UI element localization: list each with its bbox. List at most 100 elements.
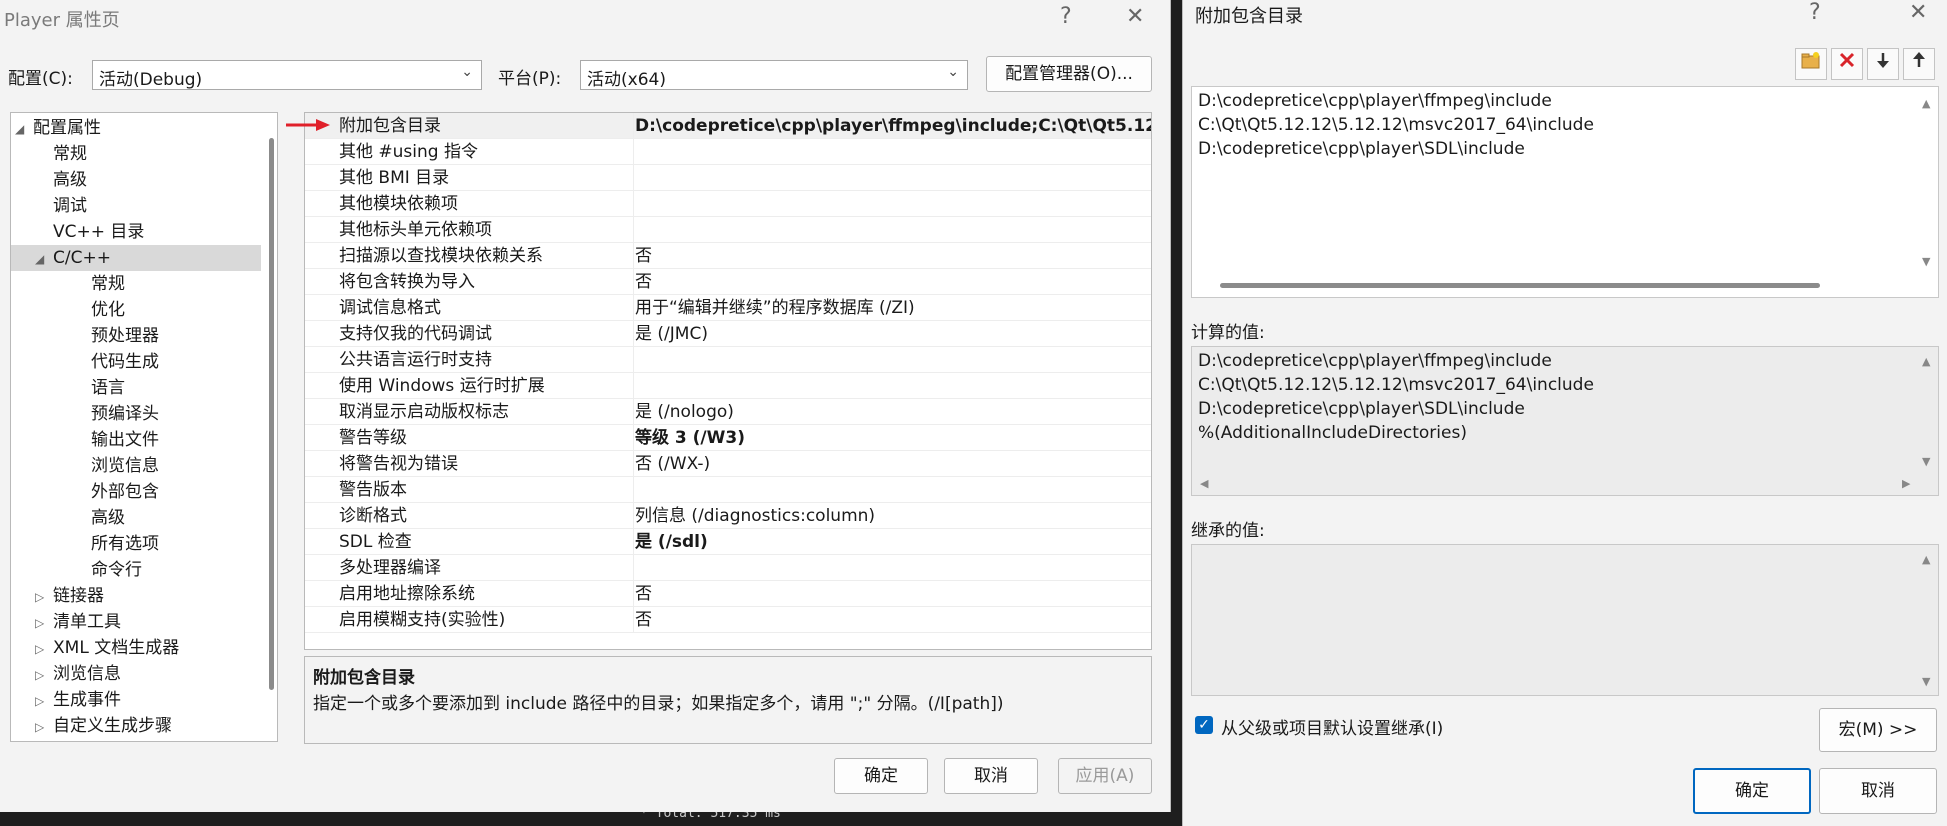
scroll-down-icon[interactable]: ▼ (1922, 675, 1930, 688)
description-text: 指定一个或多个要添加到 include 路径中的目录；如果指定多个，请用 ";"… (313, 694, 1004, 714)
property-row[interactable]: 将警告视为错误 否 (/WX-) (305, 451, 1151, 477)
tree-item[interactable]: 输出文件 (11, 427, 261, 453)
tree-item[interactable]: VC++ 目录 (11, 219, 261, 245)
cancel-button[interactable]: 取消 (944, 758, 1038, 794)
property-row[interactable]: 取消显示启动版权标志 是 (/nologo) (305, 399, 1151, 425)
tree-item[interactable]: ▷ 清单工具 (11, 609, 261, 635)
directory-entry[interactable]: D:\codepretice\cpp\player\SDL\include (1198, 139, 1525, 159)
column-divider (633, 477, 634, 503)
property-row[interactable]: 调试信息格式 用于“编辑并继续”的程序数据库 (/ZI) (305, 295, 1151, 321)
dialog-title: 附加包含目录 (1195, 6, 1303, 27)
scroll-left-icon[interactable]: ◀ (1200, 477, 1208, 490)
tree-item[interactable]: 调试 (11, 193, 261, 219)
directory-entry[interactable]: C:\Qt\Qt5.12.12\5.12.12\msvc2017_64\incl… (1198, 115, 1594, 135)
collapsed-triangle-icon[interactable]: ▷ (35, 688, 49, 714)
cancel-button[interactable]: 取消 (1819, 768, 1937, 814)
tree-item[interactable]: ▷ 生成事件 (11, 687, 261, 713)
tree-item-label: 配置属性 (33, 118, 101, 138)
tree-item[interactable]: 语言 (11, 375, 261, 401)
property-row[interactable]: 支持仅我的代码调试 是 (/JMC) (305, 321, 1151, 347)
close-button[interactable]: ✕ (1126, 4, 1144, 29)
close-button[interactable]: ✕ (1909, 0, 1927, 25)
move-down-icon[interactable] (1867, 48, 1899, 80)
scroll-down-icon[interactable]: ▼ (1922, 455, 1930, 468)
scroll-up-icon[interactable]: ▲ (1922, 97, 1930, 110)
collapsed-triangle-icon[interactable]: ▷ (35, 714, 49, 740)
tree-item[interactable]: 命令行 (11, 557, 261, 583)
config-select[interactable]: 活动(Debug) ⌄ (92, 60, 482, 90)
directory-list[interactable]: D:\codepretice\cpp\player\ffmpeg\include… (1191, 86, 1939, 298)
property-name: 将包含转换为导入 (339, 272, 475, 292)
property-row[interactable]: 将包含转换为导入 否 (305, 269, 1151, 295)
property-value: 否 (635, 246, 652, 266)
property-row[interactable]: SDL 检查 是 (/sdl) (305, 529, 1151, 555)
scroll-up-icon[interactable]: ▲ (1922, 355, 1930, 368)
property-row[interactable]: 启用模糊支持(实验性) 否 (305, 607, 1151, 633)
tree-scrollbar[interactable] (269, 138, 274, 690)
tree-item[interactable]: ◢ C/C++ (11, 245, 261, 271)
tree-item[interactable]: 代码生成 (11, 349, 261, 375)
directory-entry[interactable]: D:\codepretice\cpp\player\ffmpeg\include (1198, 91, 1552, 111)
collapsed-triangle-icon[interactable]: ▷ (35, 584, 49, 610)
move-up-icon[interactable] (1903, 48, 1935, 80)
collapsed-triangle-icon[interactable]: ▷ (35, 662, 49, 688)
tree-item[interactable]: 高级 (11, 167, 261, 193)
property-row[interactable]: 扫描源以查找模块依赖关系 否 (305, 243, 1151, 269)
property-row[interactable]: 警告版本 (305, 477, 1151, 503)
ok-button[interactable]: 确定 (1693, 768, 1811, 814)
property-row[interactable]: 其他模块依赖项 (305, 191, 1151, 217)
property-row[interactable]: 诊断格式 列信息 (/diagnostics:column) (305, 503, 1151, 529)
tree-item[interactable]: 常规 (11, 141, 261, 167)
tree-item[interactable]: 浏览信息 (11, 453, 261, 479)
tree-item[interactable]: 优化 (11, 297, 261, 323)
tree-item[interactable]: 外部包含 (11, 479, 261, 505)
tree-item[interactable]: ▷ 浏览信息 (11, 661, 261, 687)
collapsed-triangle-icon[interactable]: ▷ (35, 636, 49, 662)
property-row[interactable]: 多处理器编译 (305, 555, 1151, 581)
property-row[interactable]: 使用 Windows 运行时扩展 (305, 373, 1151, 399)
property-row[interactable]: 其他 #using 指令 (305, 139, 1151, 165)
tree-item[interactable]: 预处理器 (11, 323, 261, 349)
horizontal-scrollbar[interactable] (1220, 283, 1820, 288)
property-row[interactable]: 启用地址擦除系统 否 (305, 581, 1151, 607)
apply-button[interactable]: 应用(A) (1058, 758, 1152, 794)
scroll-right-icon[interactable]: ▶ (1902, 477, 1910, 490)
tree-item[interactable]: ▷ 自定义生成步骤 (11, 713, 261, 739)
help-button[interactable]: ? (1060, 4, 1072, 29)
scroll-down-icon[interactable]: ▼ (1922, 255, 1930, 268)
tree-item[interactable]: ▷ XML 文档生成器 (11, 635, 261, 661)
tree-item[interactable]: 常规 (11, 271, 261, 297)
collapsed-triangle-icon[interactable]: ▷ (35, 610, 49, 636)
description-panel: 附加包含目录 指定一个或多个要添加到 include 路径中的目录；如果指定多个… (304, 656, 1152, 744)
computed-values-box: D:\codepretice\cpp\player\ffmpeg\include… (1191, 346, 1939, 496)
tree-item[interactable]: ◢ 配置属性 (11, 115, 261, 141)
tree-item[interactable]: 预编译头 (11, 401, 261, 427)
tree-item[interactable]: 所有选项 (11, 531, 261, 557)
macro-button[interactable]: 宏(M) >> (1819, 708, 1937, 752)
property-row[interactable]: 附加包含目录 D:\codepretice\cpp\player\ffmpeg\i… (305, 113, 1151, 139)
tree-item-label: 语言 (91, 378, 125, 398)
inherit-checkbox[interactable]: ✓ (1195, 716, 1213, 734)
new-folder-icon[interactable] (1795, 48, 1827, 80)
column-divider (633, 581, 634, 607)
help-button[interactable]: ? (1809, 0, 1821, 25)
property-row[interactable]: 其他标头单元依赖项 (305, 217, 1151, 243)
tree-item[interactable]: 高级 (11, 505, 261, 531)
tree-item-label: 优化 (91, 300, 125, 320)
property-row[interactable]: 警告等级 等级 3 (/W3) (305, 425, 1151, 451)
scroll-up-icon[interactable]: ▲ (1922, 553, 1930, 566)
column-divider (633, 425, 634, 451)
computed-value-line: D:\codepretice\cpp\player\SDL\include (1198, 399, 1525, 419)
ok-button[interactable]: 确定 (834, 758, 928, 794)
property-value: 否 (635, 584, 652, 604)
delete-icon[interactable] (1831, 48, 1863, 80)
expanded-triangle-icon[interactable]: ◢ (15, 116, 29, 142)
property-row[interactable]: 其他 BMI 目录 (305, 165, 1151, 191)
tree-item-label: XML 文档生成器 (53, 638, 180, 658)
platform-select[interactable]: 活动(x64) ⌄ (580, 60, 968, 90)
tree-item[interactable]: ▷ 链接器 (11, 583, 261, 609)
expanded-triangle-icon[interactable]: ◢ (35, 246, 49, 272)
property-name: 警告版本 (339, 480, 407, 500)
config-manager-button[interactable]: 配置管理器(O)... (986, 56, 1152, 92)
property-row[interactable]: 公共语言运行时支持 (305, 347, 1151, 373)
